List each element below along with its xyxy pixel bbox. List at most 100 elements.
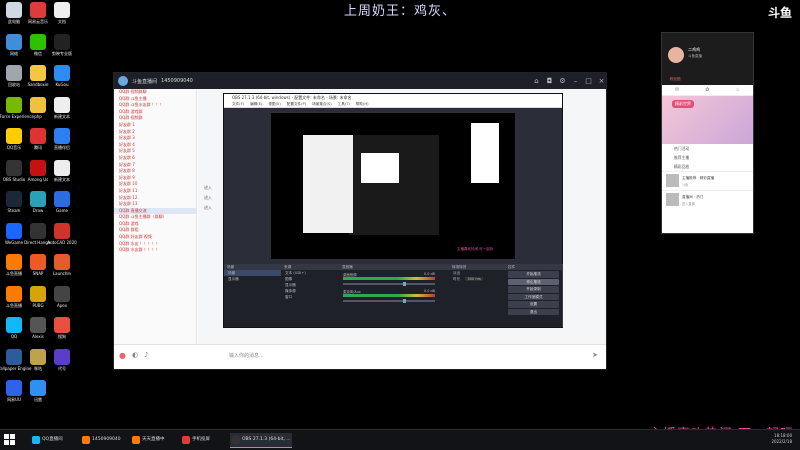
phone-row[interactable]: 热门活动 [662,144,753,153]
obs-menu-item[interactable]: 帮助(H) [356,102,369,106]
desktop-icon[interactable]: 斗鱼直播 [2,285,26,308]
phone-card[interactable]: 直播间 · 热门 进入直播 [662,190,753,209]
obs-menu-bar[interactable]: 文件(F) 编辑(E) 视图(V) 配置文件(P) 场景集合(S) 工具(T) 帮助(H) [224,102,562,108]
volume-fader[interactable] [343,299,435,303]
desktop-icon[interactable]: AutoCAD 2020 [47,222,77,245]
settings-icon[interactable]: ⚙ [558,77,567,86]
chat-avatar[interactable] [118,76,128,86]
desktop-icon[interactable]: 代号 [50,348,74,371]
maximize-icon[interactable]: □ [584,77,593,86]
obs-control-button[interactable]: 开始录制 [508,286,559,293]
mixer-dock[interactable]: 混音器 桌面音频 0.0 dB 麦克风/Aux 0.0 dB [339,264,450,327]
obs-window[interactable]: OBS 27.1.3 (64-bit, windows) - 配置文件: 未命名… [223,93,563,328]
chat-tab-label[interactable]: 1450909040 [161,78,193,84]
sources-dock[interactable]: 来源 文本 (GDI+) 图像 显示器 媒体源 窗口 [281,264,340,327]
desktop-icon[interactable]: Draw [26,191,50,213]
contact-list-item[interactable]: 好友群 5 [114,148,196,155]
mic-icon[interactable]: ♪ [144,351,148,359]
minimize-icon[interactable]: – [571,77,580,86]
desktop-icon[interactable]: 网络 [2,33,26,56]
taskbar-item[interactable]: 1450909040 [80,433,134,447]
chat-input-bar[interactable]: ● ◐ ♪ 输入你的消息... ➤ [114,344,606,369]
chat-input[interactable]: 输入你的消息... [229,350,539,362]
duration-input[interactable]: 300 ms [465,277,483,281]
contact-list-item[interactable]: QQ群 水友群 ！！！！ [114,247,196,254]
voice-icon[interactable]: ◐ [132,351,138,359]
desktop-icon[interactable]: PUBG [26,285,50,308]
obs-menu-item[interactable]: 工具(T) [338,102,350,106]
contact-list-item[interactable]: QQ群 斗鱼主播 [114,96,196,103]
obs-menu-item[interactable]: 配置文件(P) [287,102,306,106]
transitions-dock[interactable]: 转场特效 淡出 时长 300 ms [449,264,506,327]
desktop-icon[interactable]: 新建文本 [50,96,74,119]
contact-list-item[interactable]: 好友群 10 [114,181,196,188]
desktop-icon[interactable]: OBS Studio [2,159,26,182]
phone-nav[interactable]: ✉ ✿ ♨ [662,85,753,96]
taskbar-item[interactable]: 手机投屏 [180,433,234,447]
contact-list-item[interactable]: 好友群 9 [114,175,196,182]
obs-control-button[interactable]: 开始推流 [508,271,559,278]
scenes-dock[interactable]: 场景 场景 显示器 [224,264,282,327]
desktop-icon[interactable]: QQ音乐 [2,128,26,150]
contact-list-item[interactable]: QQ群 游戏群 [114,109,196,116]
contact-list-item[interactable]: QQ群 群组 [114,227,196,234]
obs-menu-item[interactable]: 文件(F) [232,102,244,106]
desktop-icon[interactable]: 微信 [26,33,50,56]
desktop-icon[interactable]: 搜狗 [50,317,74,339]
desktop-icon[interactable]: 斗鱼直播 [2,254,26,276]
taskbar-item[interactable]: OBS 27.1.3 (64-bit, ... [230,433,292,448]
obs-menu-item[interactable]: 视图(V) [268,102,280,106]
phone-row[interactable]: 精彩回放 [662,162,753,171]
desktop-icon[interactable]: SNAP [26,254,50,276]
system-clock[interactable]: 18:18:00 2022/2/18 [771,433,792,445]
streamer-avatar[interactable] [668,47,684,63]
contact-list-item[interactable]: 好友群 2 [114,129,196,136]
desktop-icon[interactable]: KuGou [50,65,74,87]
contact-list-item[interactable]: QQ群 视频群 [114,115,196,122]
contact-list-item[interactable]: 好友群 4 [114,142,196,149]
gamepad-icon[interactable]: ◘ [545,77,554,86]
contact-list-item[interactable]: QQ群 斗鱼主播群（群聊） [114,214,196,221]
desktop-icon[interactable]: 网易UU [2,380,26,402]
desktop-icon[interactable]: Game [50,191,74,213]
desktop-icon[interactable]: Alexis [26,317,50,339]
taskbar-item[interactable]: 天天直播中 [130,433,184,447]
desktop-icon[interactable]: WeGame [2,222,26,245]
obs-menu-item[interactable]: 编辑(E) [250,102,262,106]
chat-contact-list[interactable]: QQ群 视频群聊 QQ群 斗鱼主播 QQ群 斗鱼水友群 ！！！ QQ群 游戏群 QQ群 … [114,89,197,345]
obs-preview[interactable]: 主播喜欢热闹 可一起玩 [271,113,515,259]
desktop-icon[interactable]: php [26,96,50,119]
contact-list-item[interactable]: 好友群 1 [114,122,196,129]
obs-control-button[interactable]: 退出 [508,308,559,315]
fire-icon[interactable]: ♨ [735,87,739,93]
contact-list-item[interactable]: QQ群 直播交流 [114,207,196,215]
obs-control-button[interactable]: 停止推流 [508,278,559,285]
volume-fader[interactable] [343,282,435,286]
desktop-icon[interactable]: Among Us [26,159,50,182]
phone-banner[interactable]: 精彩世界 [662,96,753,144]
phone-row[interactable]: 推荐主播 [662,153,753,162]
desktop-icon[interactable]: Steam [2,191,26,213]
desktop-icon[interactable]: Sandboxie [26,65,50,87]
phone-card[interactable]: 主播推荐 · 精彩直播 斗鱼 [662,171,753,190]
desktop-icon[interactable]: 咪咕 [26,348,50,371]
taskbar-item[interactable]: QQ直播间 [30,433,84,447]
desktop-icon[interactable]: Apex [50,285,74,308]
windows-start-icon[interactable] [4,434,15,445]
close-icon[interactable]: × [597,77,606,86]
obs-titlebar[interactable]: OBS 27.1.3 (64-bit, windows) - 配置文件: 未命名… [224,94,562,102]
contact-list-item[interactable]: 好友群 11 [114,188,196,195]
obs-menu-item[interactable]: 场景集合(S) [312,102,331,106]
scene-item[interactable]: 显示器 [224,276,281,282]
contact-list-item[interactable]: QQ群 视频群聊 [114,89,196,96]
contact-list-item[interactable]: QQ群 好友群 视频 [114,234,196,241]
desktop-icon[interactable]: GeForce Experience [0,96,34,119]
desktop-icon[interactable]: 新建文本 [50,159,74,182]
controls-dock[interactable]: 控件 开始推流 停止推流 开始录制 工作室模式 设置 退出 [505,264,563,327]
desktop-icon[interactable]: 直播伴侣 [50,128,74,150]
contact-list-item[interactable]: 好友群 8 [114,168,196,175]
contact-list-item[interactable]: QQ群 水友 ！！！！！ [114,241,196,248]
desktop-icon[interactable]: QQ [2,317,26,339]
contact-list-item[interactable]: 好友群 6 [114,155,196,162]
source-item[interactable]: 窗口 [281,294,339,300]
